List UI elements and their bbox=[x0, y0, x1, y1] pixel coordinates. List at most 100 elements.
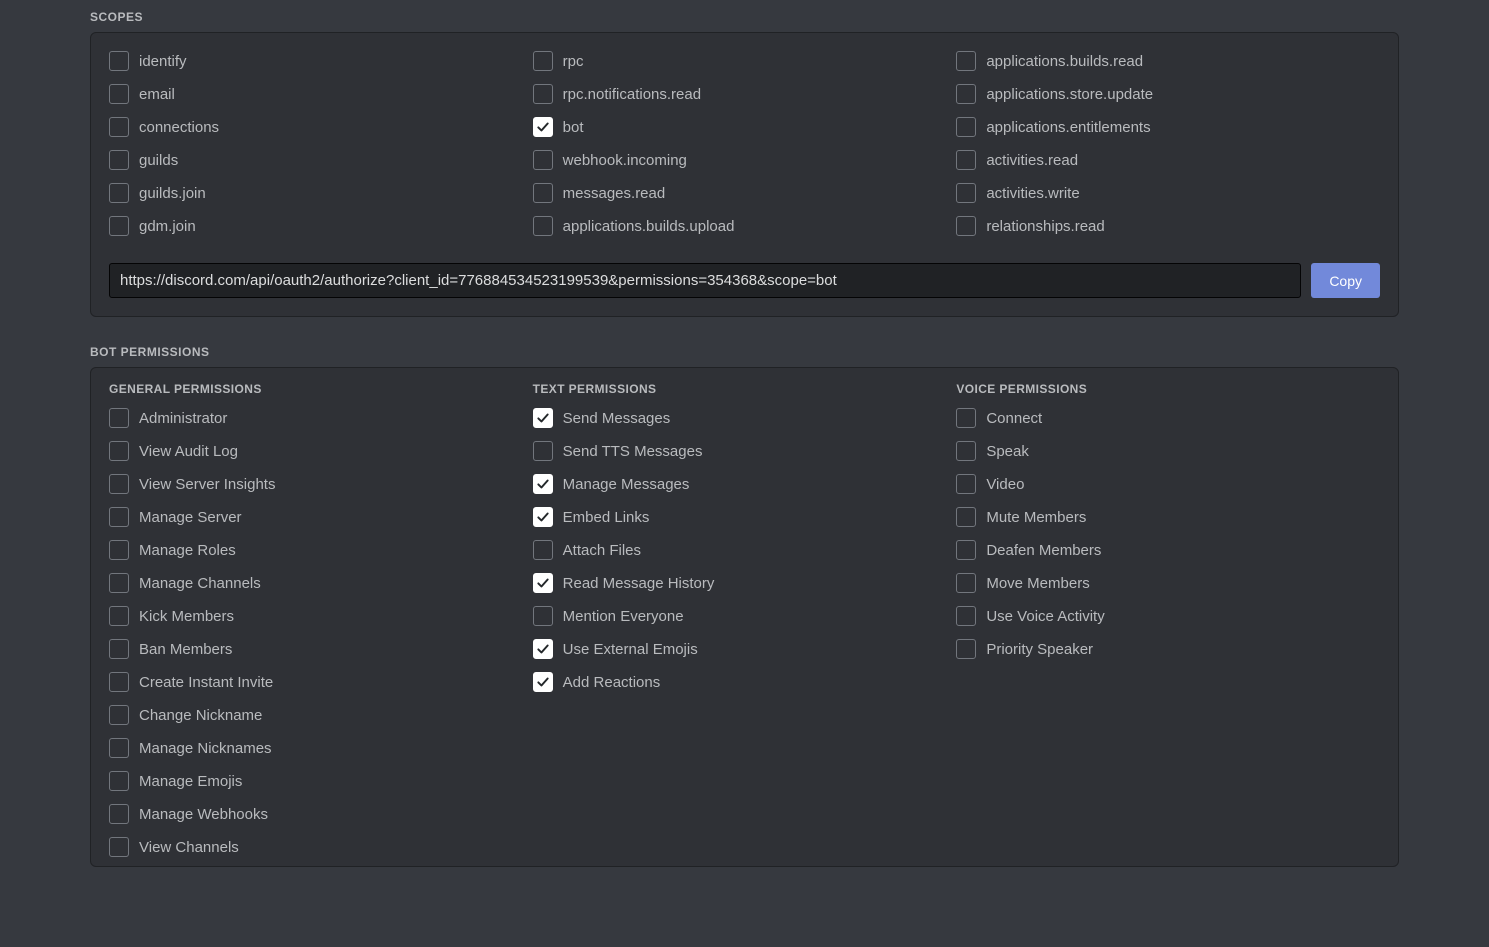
checkbox-kick-members[interactable] bbox=[109, 606, 129, 626]
checkbox-ban-members[interactable] bbox=[109, 639, 129, 659]
permission-item-embed-links[interactable]: Embed Links bbox=[533, 507, 957, 527]
checkbox-video[interactable] bbox=[956, 474, 976, 494]
checkbox-manage-server[interactable] bbox=[109, 507, 129, 527]
checkbox-bot[interactable] bbox=[533, 117, 553, 137]
permission-item-administrator[interactable]: Administrator bbox=[109, 408, 533, 428]
scope-item-email[interactable]: email bbox=[109, 84, 533, 104]
scope-item-connections[interactable]: connections bbox=[109, 117, 533, 137]
permission-item-view-server-insights[interactable]: View Server Insights bbox=[109, 474, 533, 494]
permission-item-ban-members[interactable]: Ban Members bbox=[109, 639, 533, 659]
checkbox-view-server-insights[interactable] bbox=[109, 474, 129, 494]
checkbox-rpc-notifications-read[interactable] bbox=[533, 84, 553, 104]
permission-item-mention-everyone[interactable]: Mention Everyone bbox=[533, 606, 957, 626]
scope-item-relationships-read[interactable]: relationships.read bbox=[956, 216, 1380, 236]
permission-item-send-messages[interactable]: Send Messages bbox=[533, 408, 957, 428]
checkbox-identify[interactable] bbox=[109, 51, 129, 71]
permission-item-manage-nicknames[interactable]: Manage Nicknames bbox=[109, 738, 533, 758]
checkbox-move-members[interactable] bbox=[956, 573, 976, 593]
permission-item-manage-messages[interactable]: Manage Messages bbox=[533, 474, 957, 494]
permission-item-priority-speaker[interactable]: Priority Speaker bbox=[956, 639, 1380, 659]
checkbox-priority-speaker[interactable] bbox=[956, 639, 976, 659]
checkbox-mention-everyone[interactable] bbox=[533, 606, 553, 626]
checkbox-applications-builds-upload[interactable] bbox=[533, 216, 553, 236]
checkbox-activities-read[interactable] bbox=[956, 150, 976, 170]
permission-item-use-voice-activity[interactable]: Use Voice Activity bbox=[956, 606, 1380, 626]
permission-item-attach-files[interactable]: Attach Files bbox=[533, 540, 957, 560]
checkbox-relationships-read[interactable] bbox=[956, 216, 976, 236]
scope-item-applications-builds-read[interactable]: applications.builds.read bbox=[956, 51, 1380, 71]
checkbox-change-nickname[interactable] bbox=[109, 705, 129, 725]
checkbox-mute-members[interactable] bbox=[956, 507, 976, 527]
checkbox-guilds[interactable] bbox=[109, 150, 129, 170]
scope-item-applications-store-update[interactable]: applications.store.update bbox=[956, 84, 1380, 104]
checkbox-read-message-history[interactable] bbox=[533, 573, 553, 593]
permission-item-manage-emojis[interactable]: Manage Emojis bbox=[109, 771, 533, 791]
checkbox-view-audit-log[interactable] bbox=[109, 441, 129, 461]
scope-item-rpc[interactable]: rpc bbox=[533, 51, 957, 71]
checkbox-use-voice-activity[interactable] bbox=[956, 606, 976, 626]
checkbox-administrator[interactable] bbox=[109, 408, 129, 428]
scope-item-bot[interactable]: bot bbox=[533, 117, 957, 137]
scope-item-guilds[interactable]: guilds bbox=[109, 150, 533, 170]
permission-item-read-message-history[interactable]: Read Message History bbox=[533, 573, 957, 593]
permission-item-manage-webhooks[interactable]: Manage Webhooks bbox=[109, 804, 533, 824]
permission-item-view-audit-log[interactable]: View Audit Log bbox=[109, 441, 533, 461]
checkbox-manage-roles[interactable] bbox=[109, 540, 129, 560]
checkbox-webhook-incoming[interactable] bbox=[533, 150, 553, 170]
checkbox-connect[interactable] bbox=[956, 408, 976, 428]
checkbox-send-tts-messages[interactable] bbox=[533, 441, 553, 461]
checkbox-activities-write[interactable] bbox=[956, 183, 976, 203]
oauth-url-input[interactable] bbox=[109, 263, 1301, 298]
scope-item-activities-read[interactable]: activities.read bbox=[956, 150, 1380, 170]
scope-item-applications-builds-upload[interactable]: applications.builds.upload bbox=[533, 216, 957, 236]
checkbox-guilds-join[interactable] bbox=[109, 183, 129, 203]
permission-item-kick-members[interactable]: Kick Members bbox=[109, 606, 533, 626]
checkbox-email[interactable] bbox=[109, 84, 129, 104]
permission-item-video[interactable]: Video bbox=[956, 474, 1380, 494]
checkbox-send-messages[interactable] bbox=[533, 408, 553, 428]
checkbox-add-reactions[interactable] bbox=[533, 672, 553, 692]
checkbox-manage-webhooks[interactable] bbox=[109, 804, 129, 824]
scope-item-webhook-incoming[interactable]: webhook.incoming bbox=[533, 150, 957, 170]
checkbox-manage-emojis[interactable] bbox=[109, 771, 129, 791]
permission-item-speak[interactable]: Speak bbox=[956, 441, 1380, 461]
permission-item-manage-roles[interactable]: Manage Roles bbox=[109, 540, 533, 560]
checkbox-attach-files[interactable] bbox=[533, 540, 553, 560]
scope-item-gdm-join[interactable]: gdm.join bbox=[109, 216, 533, 236]
checkbox-use-external-emojis[interactable] bbox=[533, 639, 553, 659]
permission-item-move-members[interactable]: Move Members bbox=[956, 573, 1380, 593]
checkbox-applications-store-update[interactable] bbox=[956, 84, 976, 104]
checkbox-speak[interactable] bbox=[956, 441, 976, 461]
permission-item-manage-channels[interactable]: Manage Channels bbox=[109, 573, 533, 593]
scope-item-messages-read[interactable]: messages.read bbox=[533, 183, 957, 203]
permission-item-add-reactions[interactable]: Add Reactions bbox=[533, 672, 957, 692]
checkbox-gdm-join[interactable] bbox=[109, 216, 129, 236]
checkbox-messages-read[interactable] bbox=[533, 183, 553, 203]
scope-item-guilds-join[interactable]: guilds.join bbox=[109, 183, 533, 203]
copy-button[interactable]: Copy bbox=[1311, 263, 1380, 298]
scope-item-rpc-notifications-read[interactable]: rpc.notifications.read bbox=[533, 84, 957, 104]
permission-item-mute-members[interactable]: Mute Members bbox=[956, 507, 1380, 527]
permission-item-manage-server[interactable]: Manage Server bbox=[109, 507, 533, 527]
checkbox-view-channels[interactable] bbox=[109, 837, 129, 857]
checkbox-deafen-members[interactable] bbox=[956, 540, 976, 560]
checkbox-create-instant-invite[interactable] bbox=[109, 672, 129, 692]
permission-item-connect[interactable]: Connect bbox=[956, 408, 1380, 428]
scope-item-identify[interactable]: identify bbox=[109, 51, 533, 71]
checkbox-manage-messages[interactable] bbox=[533, 474, 553, 494]
scope-item-activities-write[interactable]: activities.write bbox=[956, 183, 1380, 203]
checkbox-rpc[interactable] bbox=[533, 51, 553, 71]
permission-item-use-external-emojis[interactable]: Use External Emojis bbox=[533, 639, 957, 659]
checkbox-applications-entitlements[interactable] bbox=[956, 117, 976, 137]
permission-item-create-instant-invite[interactable]: Create Instant Invite bbox=[109, 672, 533, 692]
checkbox-manage-channels[interactable] bbox=[109, 573, 129, 593]
checkbox-connections[interactable] bbox=[109, 117, 129, 137]
checkbox-applications-builds-read[interactable] bbox=[956, 51, 976, 71]
permission-item-view-channels[interactable]: View Channels bbox=[109, 837, 533, 857]
permission-item-change-nickname[interactable]: Change Nickname bbox=[109, 705, 533, 725]
permission-item-deafen-members[interactable]: Deafen Members bbox=[956, 540, 1380, 560]
checkbox-embed-links[interactable] bbox=[533, 507, 553, 527]
permission-item-send-tts-messages[interactable]: Send TTS Messages bbox=[533, 441, 957, 461]
checkbox-manage-nicknames[interactable] bbox=[109, 738, 129, 758]
scope-item-applications-entitlements[interactable]: applications.entitlements bbox=[956, 117, 1380, 137]
